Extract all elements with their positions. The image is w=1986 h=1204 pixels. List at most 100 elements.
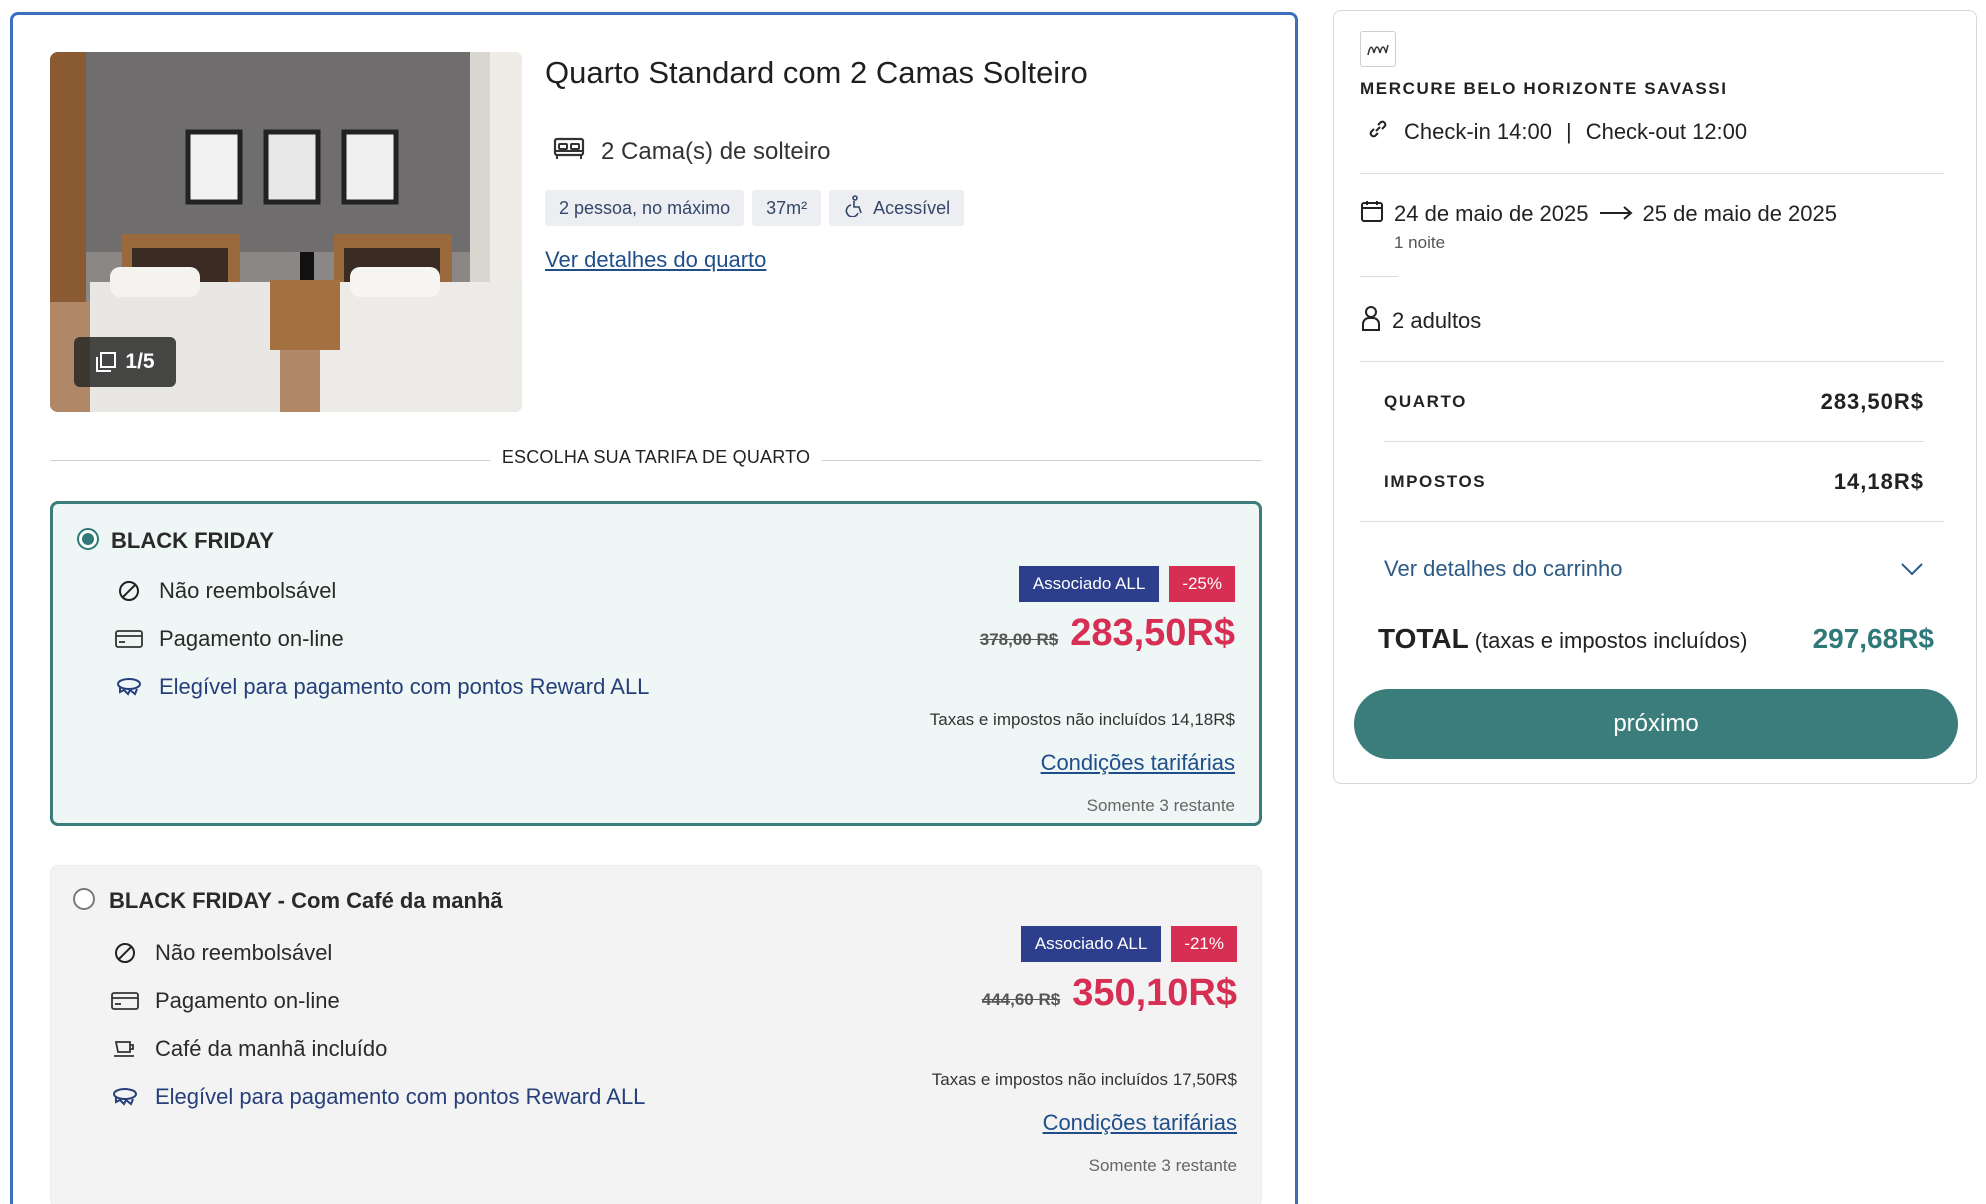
coffee-icon (111, 1038, 139, 1060)
feature-no-refund-text: Não reembolsável (159, 578, 337, 603)
guests-text: 2 adultos (1392, 308, 1482, 333)
price-row: 444,60 R$ 350,10R$ (982, 972, 1237, 1015)
reward-icon (115, 676, 143, 698)
arrow-right-icon (1599, 201, 1633, 227)
time-divider: | (1565, 119, 1572, 144)
feature-reward: Elegível para pagamento com pontos Rewar… (111, 1084, 645, 1110)
new-price: 350,10R$ (1072, 972, 1237, 1014)
accessible-chip-text: Acessível (873, 197, 951, 218)
checkin-checkout: Check-in 14:00 | Check-out 12:00 (1366, 117, 1747, 147)
room-chips: 2 pessoa, no máximo 37m² Acessível (545, 190, 965, 226)
rate-name: BLACK FRIDAY - Com Café da manhã (109, 888, 503, 913)
calendar-icon (1360, 199, 1384, 229)
feature-no-refund-text: Não reembolsável (155, 940, 333, 965)
booking-summary: MERCURE BELO HORIZONTE SAVASSI Check-in … (1333, 10, 1977, 784)
rate-badges: Associado ALL -25% (1018, 566, 1235, 602)
bed-info-text: 2 Cama(s) de solteiro (601, 137, 831, 165)
chevron-down-icon (1900, 556, 1924, 582)
no-refund-icon (111, 942, 139, 964)
bed-icon (553, 135, 585, 168)
rate-section-divider: ESCOLHA SUA TARIFA DE QUARTO (50, 445, 1262, 475)
date-to: 25 de maio de 2025 (1642, 201, 1838, 226)
feature-online-payment: Pagamento on-line (115, 626, 344, 652)
link-icon (1366, 117, 1390, 147)
next-button[interactable]: próximo (1354, 689, 1958, 759)
gallery-icon (95, 351, 117, 373)
feature-reward: Elegível para pagamento com pontos Rewar… (115, 674, 649, 700)
feature-breakfast-text: Café da manhã incluído (155, 1036, 388, 1061)
total-value: 297,68R$ (1812, 623, 1934, 654)
no-refund-icon (115, 580, 143, 602)
divider (1360, 361, 1944, 362)
feature-no-refund: Não reembolsável (111, 940, 332, 966)
feature-reward-text: Elegível para pagamento com pontos Rewar… (155, 1084, 646, 1109)
rate-badges: Associado ALL -21% (1020, 926, 1237, 962)
member-badge: Associado ALL (1018, 566, 1160, 602)
total-label: TOTAL (1378, 623, 1469, 654)
capacity-chip: 2 pessoa, no máximo (545, 190, 745, 226)
cart-details-text: Ver detalhes do carrinho (1384, 556, 1623, 581)
photo-counter-text: 1/5 (125, 350, 155, 373)
taxes-line-label: IMPOSTOS (1384, 472, 1487, 491)
nights-count: 1 noite (1394, 233, 1446, 252)
rate-option-black-friday[interactable]: BLACK FRIDAY Não reembolsável Pagamento … (50, 501, 1262, 826)
bed-info: 2 Cama(s) de solteiro (553, 135, 830, 168)
taxes-line-item: IMPOSTOS 14,18R$ (1384, 469, 1924, 495)
date-from: 24 de maio de 2025 (1394, 201, 1589, 226)
hotel-name: MERCURE BELO HORIZONTE SAVASSI (1360, 79, 1728, 98)
divider (1360, 521, 1944, 522)
divider (1360, 276, 1398, 277)
reward-icon (111, 1086, 139, 1108)
total-label-group: TOTAL (taxas e impostos incluídos) (1378, 623, 1747, 655)
feature-breakfast: Café da manhã incluído (111, 1036, 387, 1062)
old-price: 378,00 R$ (979, 630, 1059, 649)
divider (1360, 173, 1944, 174)
taxes-note: Taxas e impostos não incluídos 14,18R$ (929, 710, 1235, 729)
brand-logo-icon (1360, 31, 1396, 67)
new-price: 283,50R$ (1070, 612, 1235, 654)
photo-counter[interactable]: 1/5 (74, 337, 176, 387)
room-line-label: QUARTO (1384, 392, 1467, 411)
card-icon (115, 629, 143, 649)
accessible-chip: Acessível (829, 190, 965, 226)
availability-text: Somente 3 restante (1086, 796, 1235, 815)
member-badge: Associado ALL (1020, 926, 1162, 962)
guests: 2 adultos (1360, 305, 1481, 337)
feature-online-payment: Pagamento on-line (111, 988, 340, 1014)
feature-reward-text: Elegível para pagamento com pontos Rewar… (159, 674, 650, 699)
cart-details-toggle[interactable]: Ver detalhes do carrinho (1384, 556, 1924, 582)
rate-name: BLACK FRIDAY (111, 528, 274, 553)
divider (1384, 441, 1924, 442)
size-chip: 37m² (752, 190, 822, 226)
card-icon (111, 991, 139, 1011)
feature-online-payment-text: Pagamento on-line (155, 988, 340, 1013)
total-subtext: (taxas e impostos incluídos) (1474, 628, 1748, 653)
stay-dates: 24 de maio de 2025 25 de maio de 2025 (1360, 199, 1837, 229)
discount-badge: -21% (1171, 926, 1237, 962)
feature-no-refund: Não reembolsável (115, 578, 336, 604)
availability-text: Somente 3 restante (1088, 1156, 1237, 1175)
accessible-icon (843, 194, 865, 222)
capacity-chip-text: 2 pessoa, no máximo (559, 197, 731, 218)
person-icon (1360, 305, 1382, 337)
taxes-line-value: 14,18R$ (1833, 469, 1924, 494)
rate-conditions-link[interactable]: Condições tarifárias (1041, 750, 1235, 776)
checkin-time: Check-in 14:00 (1404, 119, 1552, 144)
divider-line-right (822, 460, 1262, 461)
size-chip-text: 37m² (766, 197, 808, 218)
room-details-link[interactable]: Ver detalhes do quarto (545, 247, 766, 273)
room-photo[interactable]: 1/5 (50, 52, 522, 412)
rate-section-label: ESCOLHA SUA TARIFA DE QUARTO (501, 447, 811, 467)
discount-badge: -25% (1169, 566, 1235, 602)
room-title: Quarto Standard com 2 Camas Solteiro (545, 55, 1088, 90)
room-line-value: 283,50R$ (1820, 389, 1924, 414)
total-row: TOTAL (taxas e impostos incluídos) 297,68… (1378, 623, 1934, 655)
feature-online-payment-text: Pagamento on-line (159, 626, 344, 651)
old-price: 444,60 R$ (981, 990, 1061, 1009)
rate-conditions-link[interactable]: Condições tarifárias (1043, 1110, 1237, 1136)
rate-radio-selected[interactable] (77, 528, 99, 550)
price-row: 378,00 R$ 283,50R$ (980, 612, 1235, 655)
rate-option-black-friday-breakfast[interactable]: BLACK FRIDAY - Com Café da manhã Não ree… (50, 865, 1262, 1204)
rate-radio-unselected[interactable] (73, 888, 95, 910)
taxes-note: Taxas e impostos não incluídos 17,50R$ (931, 1070, 1237, 1089)
